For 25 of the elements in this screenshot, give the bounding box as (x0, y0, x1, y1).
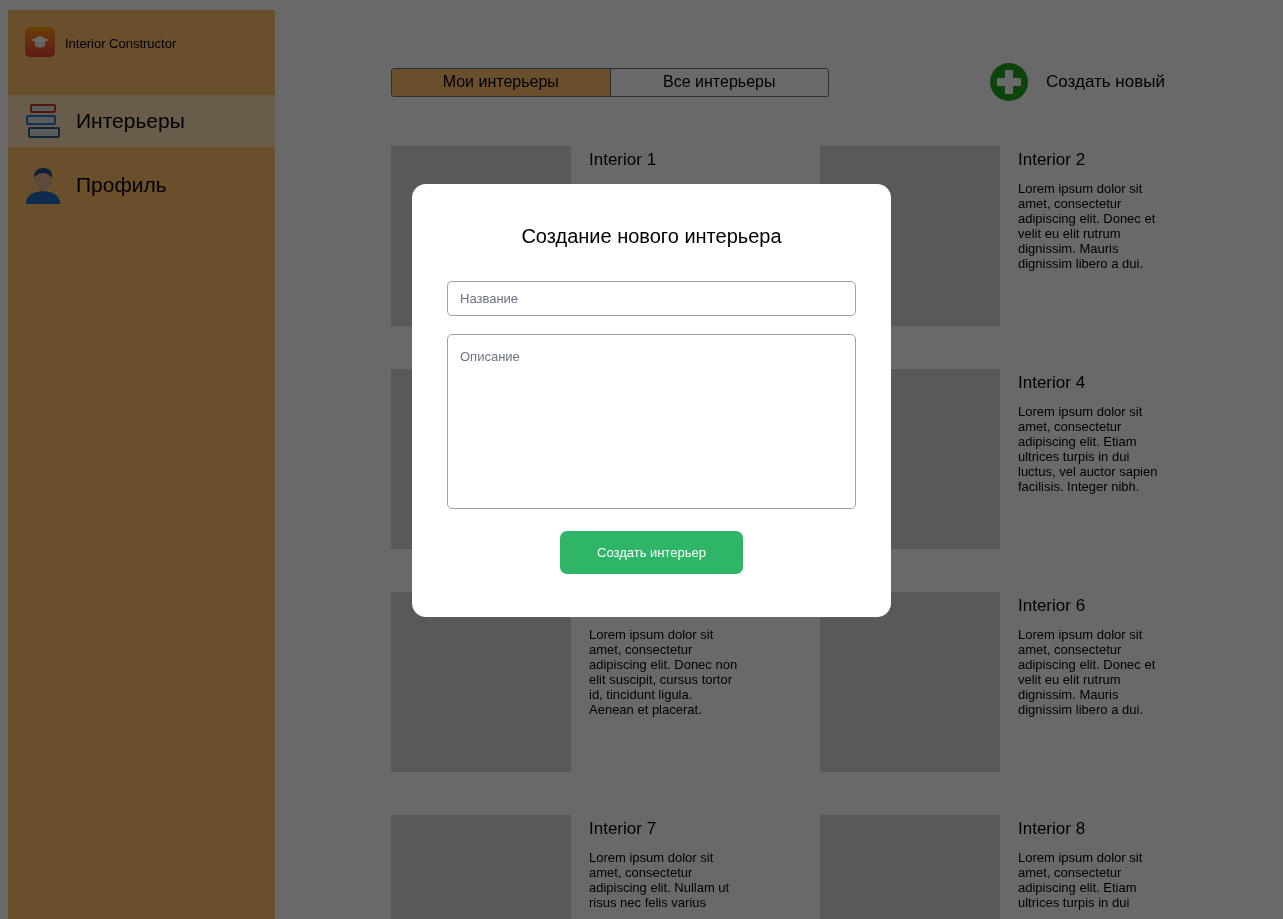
plus-icon (989, 62, 1029, 102)
name-field[interactable]: Название (447, 281, 856, 316)
card-description: Lorem ipsum dolor sit amet, consectetur adipiscing elit. Donec et velit eu elit rutrum dignissim. Mauris dignissim libero a dui. (1018, 181, 1157, 271)
create-interior-button[interactable]: Создать интерьер (560, 531, 743, 574)
card-title: Interior 6 (1018, 595, 1087, 617)
card-title: Interior 7 (589, 818, 658, 840)
card-description: Lorem ipsum dolor sit amet, consectetur adipiscing elit. Etiam ultrices turpis in dui (1018, 850, 1144, 910)
create-new-button[interactable]: Создать новый (989, 62, 1165, 102)
app-title: Interior Constructor (65, 35, 177, 53)
card-description: Lorem ipsum dolor sit amet, consectetur adipiscing elit. Etiam ultrices turpis in dui luctus, vel auctor sapien facilisis. Integer nibh. (1018, 404, 1159, 494)
card-description: Lorem ipsum dolor sit amet, consectetur adipiscing elit. Donec non elit suscipit, cursus tortor id, tincidunt ligula. Aenean et placerat. (589, 627, 739, 717)
card-title: Interior 1 (589, 149, 658, 171)
card-description: Lorem ipsum dolor sit amet, consectetur adipiscing elit. Nullam ut risus nec felis varius (589, 850, 731, 910)
card-title: Interior 4 (1018, 372, 1087, 394)
card-title: Interior 2 (1018, 149, 1087, 171)
person-icon (24, 166, 62, 204)
tab[interactable]: Все интерьеры (609, 68, 828, 96)
app-logo-icon (25, 27, 55, 57)
books-icon (24, 102, 62, 140)
card-title: Interior 8 (1018, 818, 1087, 840)
description-field[interactable]: Описание (447, 334, 856, 509)
dialog-title: Создание нового интерьера (521, 224, 782, 249)
card-description: Lorem ipsum dolor sit amet, consectetur adipiscing elit. Donec et velit eu elit rutrum dignissim. Mauris dignissim libero a dui. (1018, 627, 1157, 717)
sidebar-item[interactable]: Профиль (8, 159, 275, 211)
tab[interactable]: Мои интерьеры (392, 68, 610, 96)
